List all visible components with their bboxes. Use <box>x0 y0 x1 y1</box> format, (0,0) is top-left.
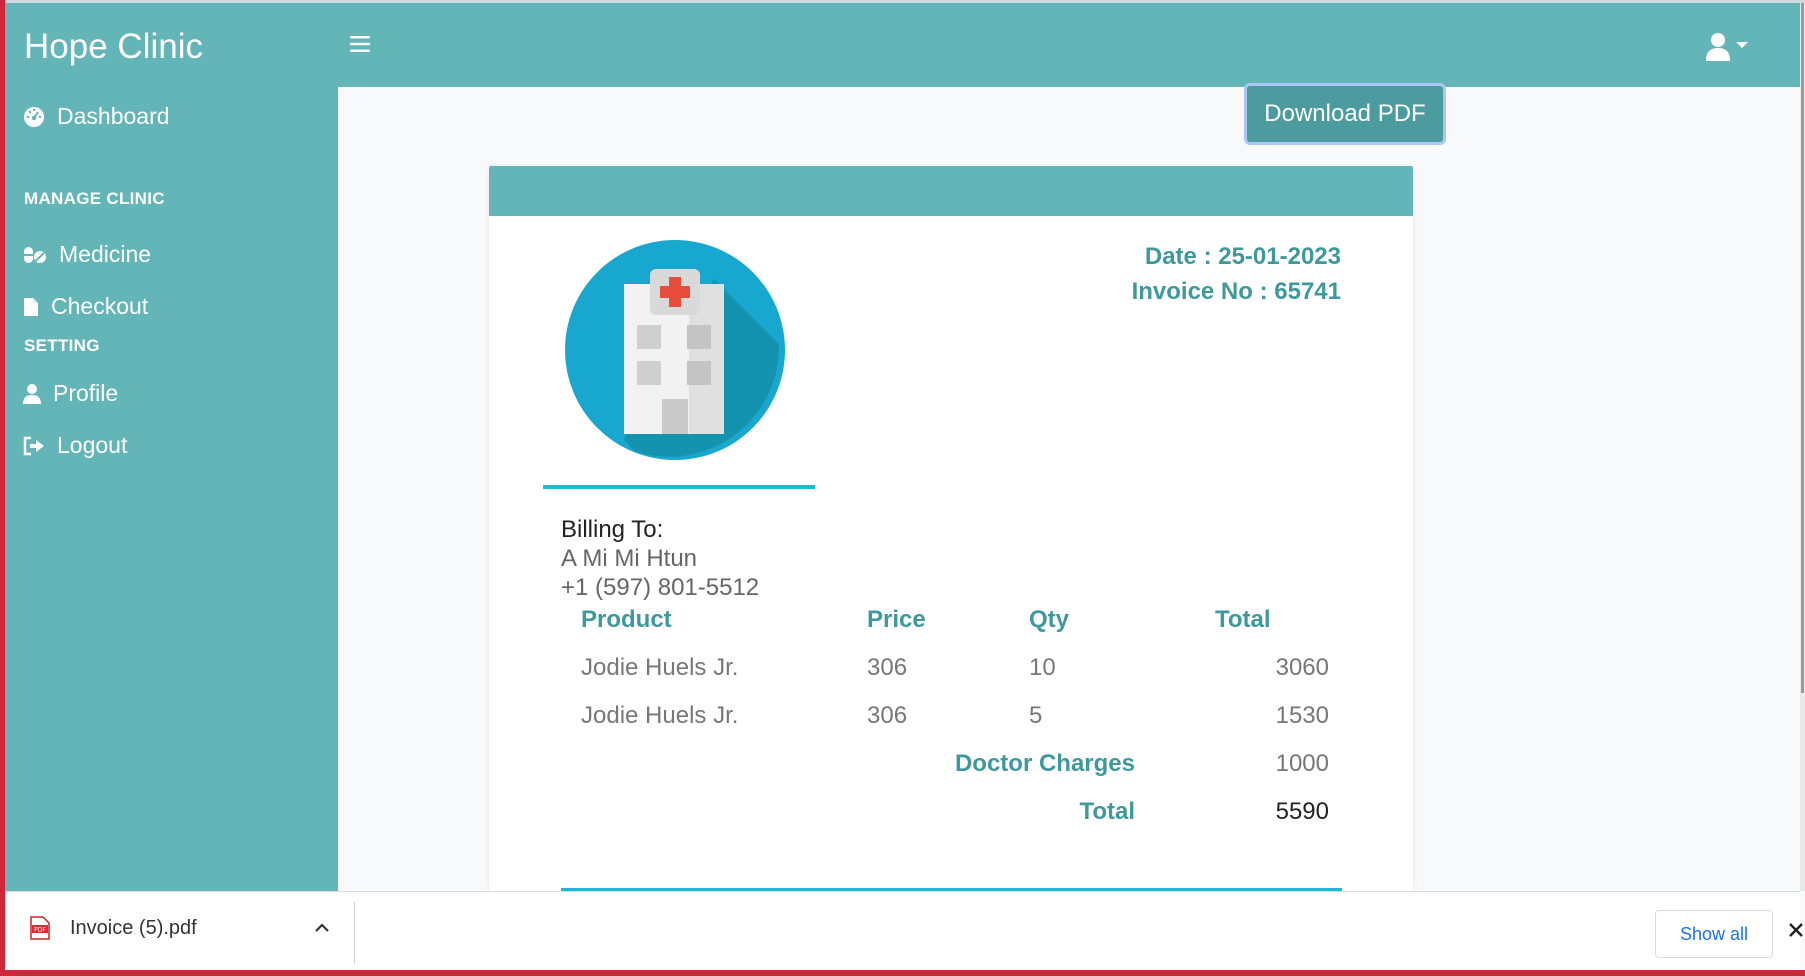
pills-icon <box>24 246 46 263</box>
cell-product: Jodie Huels Jr. <box>581 654 739 681</box>
sidebar: Dashboard MANAGE CLINIC Medicine Checkou… <box>5 87 338 891</box>
top-navbar: Hope Clinic <box>5 3 1800 87</box>
dashboard-icon <box>24 106 44 127</box>
cell-total: 3060 <box>1275 654 1329 681</box>
section-title-setting: SETTING <box>24 336 100 355</box>
grand-total-value: 5590 <box>1275 798 1329 825</box>
grand-total-label: Total <box>1079 798 1135 825</box>
cell-qty: 5 <box>1029 702 1043 729</box>
show-all-button[interactable]: Show all <box>1655 910 1773 958</box>
billing-label: Billing To: <box>561 516 664 543</box>
table-header-row: Product Price Qty Total <box>571 596 1329 644</box>
sidebar-item-logout[interactable]: Logout <box>23 432 127 459</box>
doctor-charges-value: 1000 <box>1275 750 1329 777</box>
sidebar-item-label: Logout <box>57 432 128 458</box>
invoice-card-header <box>489 166 1413 216</box>
logo-divider <box>543 485 815 489</box>
svg-text:PDF: PDF <box>34 927 46 934</box>
user-icon <box>1706 33 1748 61</box>
column-header-price: Price <box>867 606 926 633</box>
window-bottom-edge <box>0 970 1805 976</box>
file-icon <box>24 297 38 316</box>
sidebar-item-label: Checkout <box>51 293 149 319</box>
sidebar-item-profile[interactable]: Profile <box>23 380 118 407</box>
sidebar-item-medicine[interactable]: Medicine <box>23 241 151 268</box>
invoice-card: Date : 25-01-2023 Invoice No : 65741 Bil… <box>489 166 1413 891</box>
page-scrollbar-thumb[interactable] <box>1801 3 1804 693</box>
hospital-logo <box>565 240 785 460</box>
chevron-up-icon[interactable] <box>310 916 334 940</box>
hamburger-icon[interactable] <box>350 31 370 57</box>
download-bar-divider <box>354 902 355 964</box>
cell-product: Jodie Huels Jr. <box>581 702 739 729</box>
cell-price: 306 <box>867 702 908 729</box>
sidebar-item-label: Profile <box>53 380 119 406</box>
column-header-total: Total <box>1215 606 1271 633</box>
doctor-charges-label: Doctor Charges <box>954 750 1135 777</box>
logout-icon <box>23 436 44 455</box>
column-header-product: Product <box>581 606 672 633</box>
caret-down-icon <box>1736 42 1748 48</box>
invoice-items-table: Product Price Qty Total Jodie Huels Jr. … <box>571 596 1329 836</box>
sidebar-item-label: Dashboard <box>57 103 170 129</box>
customer-name: A Mi Mi Htun <box>561 545 698 572</box>
user-icon <box>23 383 41 404</box>
invoice-date: Date : 25-01-2023 <box>1144 243 1341 270</box>
table-row: Jodie Huels Jr. 306 5 1530 <box>571 692 1329 740</box>
download-pdf-button[interactable]: Download PDF <box>1247 86 1443 142</box>
user-menu-toggle[interactable] <box>1705 27 1757 67</box>
browser-download-bar: PDF Invoice (5).pdf Show all <box>5 891 1803 971</box>
cell-total: 1530 <box>1275 702 1329 729</box>
invoice-meta: Date : 25-01-2023 Invoice No : 65741 <box>1132 239 1341 309</box>
sidebar-item-label: Medicine <box>59 241 152 267</box>
table-row: Jodie Huels Jr. 306 10 3060 <box>571 644 1329 692</box>
pdf-file-icon: PDF <box>30 916 50 940</box>
cell-qty: 10 <box>1029 654 1056 681</box>
download-file-name: Invoice (5).pdf <box>70 916 197 939</box>
sidebar-item-dashboard[interactable]: Dashboard <box>23 103 170 130</box>
sidebar-item-checkout[interactable]: Checkout <box>23 293 148 320</box>
doctor-charges-row: Doctor Charges 1000 <box>571 740 1329 788</box>
cell-price: 306 <box>867 654 908 681</box>
close-icon[interactable] <box>1787 919 1805 941</box>
billing-info: Billing To: A Mi Mi Htun +1 (597) 801-55… <box>561 515 759 602</box>
grand-total-row: Total 5590 <box>571 788 1329 836</box>
invoice-number: Invoice No : 65741 <box>1131 278 1341 305</box>
section-title-manage-clinic: MANAGE CLINIC <box>24 189 165 208</box>
column-header-qty: Qty <box>1029 606 1070 633</box>
download-item[interactable]: PDF Invoice (5).pdf <box>30 916 197 940</box>
brand-title[interactable]: Hope Clinic <box>24 27 203 67</box>
